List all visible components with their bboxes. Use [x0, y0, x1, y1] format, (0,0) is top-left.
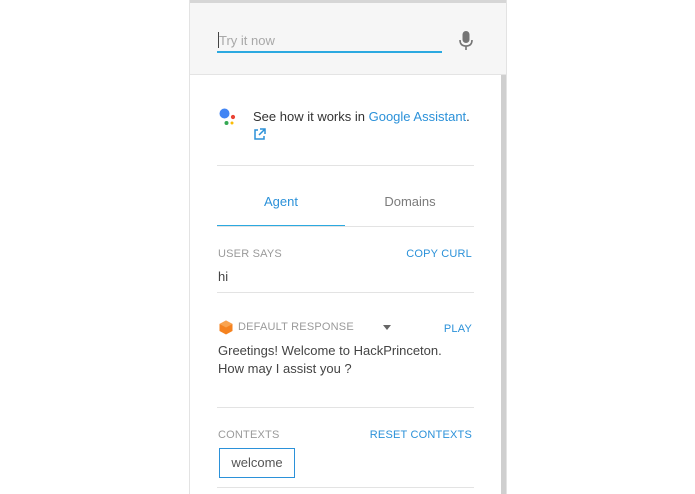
context-chip[interactable]: welcome [219, 448, 295, 478]
try-it-input[interactable] [217, 29, 442, 53]
test-console-panel: See how it works in Google Assistant. Ag… [189, 0, 507, 494]
assistant-promo: See how it works in Google Assistant. [218, 104, 470, 154]
divider [217, 487, 474, 488]
user-says-value: hi [218, 269, 229, 284]
google-assistant-icon [219, 108, 236, 125]
assistant-promo-prefix: See how it works in [253, 109, 369, 124]
user-says-label: USER SAYS [218, 248, 282, 260]
play-button[interactable]: PLAY [444, 323, 472, 335]
tabs-divider [217, 226, 474, 227]
copy-curl-button[interactable]: COPY CURL [406, 248, 472, 260]
google-assistant-link[interactable]: Google Assistant [369, 109, 467, 124]
tab-domains[interactable]: Domains [346, 192, 474, 225]
assistant-promo-text: See how it works in Google Assistant. [253, 108, 473, 126]
divider [217, 292, 474, 293]
assistant-promo-suffix: . [466, 109, 470, 124]
text-cursor [218, 32, 219, 48]
reset-contexts-button[interactable]: RESET CONTEXTS [370, 429, 472, 441]
caret-down-icon[interactable] [383, 325, 391, 330]
divider [217, 407, 474, 408]
divider [217, 165, 474, 166]
contexts-label: CONTEXTS [218, 429, 280, 441]
microphone-icon[interactable] [458, 30, 474, 52]
scrollbar[interactable] [501, 75, 506, 494]
external-link-icon[interactable] [253, 128, 266, 141]
default-response-label: DEFAULT RESPONSE [238, 321, 354, 333]
default-response-text: Greetings! Welcome to HackPrinceton. How… [218, 343, 442, 376]
try-it-header [190, 3, 506, 75]
tab-agent[interactable]: Agent [217, 192, 345, 227]
hexagon-icon [219, 320, 233, 335]
